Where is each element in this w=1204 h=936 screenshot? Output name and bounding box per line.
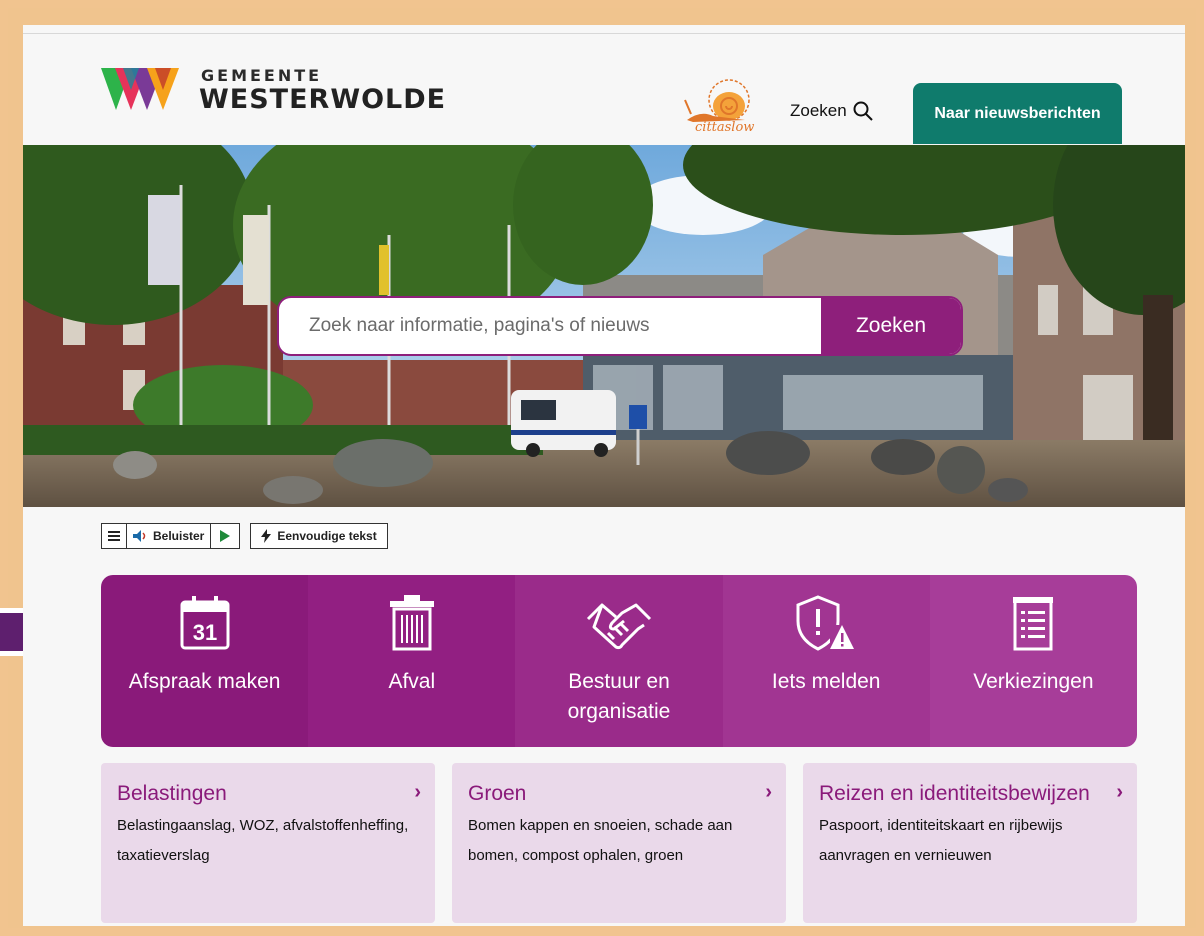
shield-warning-icon — [796, 593, 856, 653]
simple-text-button[interactable]: Eenvoudige tekst — [250, 523, 388, 549]
play-icon[interactable] — [211, 524, 239, 548]
chevron-right-icon: › — [1116, 781, 1123, 803]
listen-button[interactable]: Beluister — [127, 524, 212, 548]
listen-label: Beluister — [153, 529, 205, 543]
search-icon — [853, 101, 873, 121]
handshake-icon — [586, 593, 652, 653]
logo-text-gemeente: GEMEENTE — [201, 66, 323, 85]
calendar-icon: 31 — [180, 593, 230, 653]
calendar-day: 31 — [192, 620, 216, 645]
speaker-icon — [133, 530, 146, 542]
card-text: Paspoort, identiteitskaart en rijbewijs … — [819, 817, 1063, 864]
card-title: Groen — [468, 782, 527, 805]
tile-label: Afval — [388, 670, 436, 693]
card-reizen-en-identiteitsbewijzen[interactable]: Reizen en identiteitsbewijzen › Paspoort… — [803, 763, 1137, 923]
header-search-label: Zoeken — [790, 101, 847, 120]
news-button[interactable]: Naar nieuwsberichten — [913, 83, 1122, 144]
logo-mark-icon — [101, 68, 179, 110]
card-groen[interactable]: Groen › Bomen kappen en snoeien, schade … — [452, 763, 786, 923]
card-belastingen[interactable]: Belastingen › Belastingaanslag, WOZ, afv… — [101, 763, 435, 923]
hero-search-input[interactable] — [279, 298, 821, 354]
tile-afval[interactable]: Afval — [308, 575, 516, 747]
lightning-icon — [261, 529, 272, 543]
tile-afspraak-maken[interactable]: 31 Afspraak maken — [101, 575, 309, 747]
tile-iets-melden[interactable]: Iets melden — [722, 575, 930, 747]
trash-bin-icon — [388, 593, 436, 653]
site-logo[interactable]: GEMEENTE WESTERWOLDE — [101, 64, 445, 116]
tile-label: Afspraak maken — [128, 670, 281, 693]
tile-label: Iets melden — [771, 670, 881, 693]
hero-search-bar: Zoeken — [277, 296, 963, 356]
card-text: Belastingaanslag, WOZ, afvalstoffenheffi… — [117, 817, 409, 864]
simple-text-label: Eenvoudige tekst — [277, 529, 377, 543]
card-title: Reizen en identiteitsbewijzen — [819, 782, 1090, 805]
chevron-right-icon: › — [765, 781, 772, 803]
readspeaker-toolbar: Beluister Eenvoudige tekst — [101, 523, 388, 549]
listen-control: Beluister — [101, 523, 241, 549]
chevron-right-icon: › — [414, 781, 421, 803]
quick-links-tiles: 31 Afspraak maken Afval Bestuur en organ… — [101, 575, 1137, 747]
card-title: Belastingen — [117, 782, 227, 805]
divider — [23, 33, 1185, 34]
logo-text-westerwolde: WESTERWOLDE — [199, 84, 447, 115]
card-text: Bomen kappen en snoeien, schade aan bome… — [468, 817, 733, 864]
tile-label: Verkiezingen — [973, 670, 1094, 693]
hero-image: Zoeken — [23, 145, 1185, 507]
ballot-list-icon — [1011, 593, 1055, 653]
hero-search-button[interactable]: Zoeken — [280, 298, 961, 354]
cittaslow-label: cittaslow — [695, 120, 755, 135]
tile-bestuur-en-organisatie[interactable]: Bestuur en organisatie — [515, 575, 723, 747]
search-icon — [280, 299, 301, 320]
website-page: GEMEENTE WESTERWOLDE cittaslow Zoeken Na… — [23, 25, 1185, 926]
tile-verkiezingen[interactable]: Verkiezingen — [929, 575, 1137, 747]
header-search-link[interactable]: Zoeken — [790, 101, 873, 121]
tile-label: Bestuur en organisatie — [567, 670, 671, 723]
hero-search-button-label: Zoeken — [855, 314, 927, 337]
menu-icon[interactable] — [102, 524, 127, 548]
